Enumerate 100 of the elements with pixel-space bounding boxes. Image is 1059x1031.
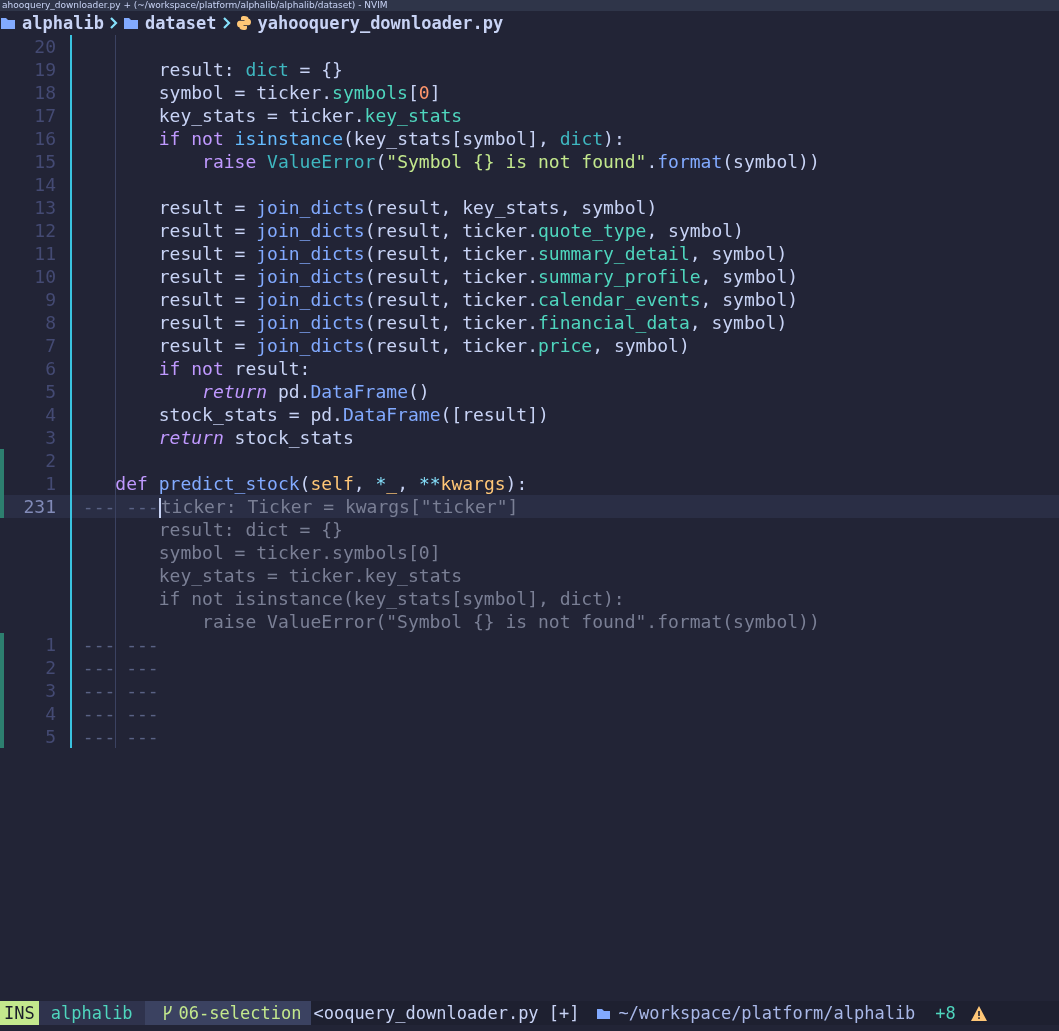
breadcrumb-item[interactable]: dataset [144,13,217,33]
code-token: format [657,151,723,172]
line-number: 4 [45,404,56,425]
line-number: 5 [45,381,56,402]
line-number: 18 [34,82,56,103]
project-name: alphalib [38,1001,145,1025]
line-number: 2 [45,657,56,678]
filler-text: --- --- [82,703,159,724]
code-token: key_stats = ticker. [158,105,365,126]
code-token: ( [375,151,387,172]
code-token: = {} [299,59,343,80]
code-token: price [538,335,593,356]
code-token: result: [158,59,236,80]
warning-icon [969,1004,988,1022]
line-number: 17 [34,105,56,126]
code-token: dict [559,128,604,149]
code-token: (result, ticker. [364,335,538,356]
diff-added-count: +8 [935,1003,957,1023]
code-token: ( [299,473,311,494]
breadcrumb-item[interactable]: yahooquery_downloader.py [257,13,504,33]
line-number: 14 [34,174,56,195]
line-number: 16 [34,128,56,149]
code-token: def [115,473,148,494]
code-token: financial_data [538,312,690,333]
suggestion-text: symbol = ticker.symbols[0] [158,542,441,563]
python-icon [235,15,252,31]
code-token: stock_stats = pd. [158,404,343,425]
code-token: , symbol) [592,335,690,356]
code-token: ] [429,82,441,103]
line-number: 3 [45,680,56,701]
code-token: summary_detail [538,243,690,264]
code-token: 0 [418,82,430,103]
line-number: 19 [34,59,56,80]
line-number: 4 [45,703,56,724]
line-number: 231 [23,496,56,517]
line-number: 15 [34,151,56,172]
code-token: , symbol) [700,289,799,310]
code-token: key_stats [364,105,463,126]
code-token: summary_profile [538,266,701,287]
code-token: predict_stock [158,473,300,494]
code-token: , [353,473,366,494]
code-token: join_dicts [256,289,365,310]
code-token: DataFrame [342,404,441,425]
code-token: symbols [332,82,408,103]
code-token: result: [234,358,311,379]
line-number: 1 [45,473,56,494]
code-token: , symbol) [700,266,799,287]
code-token: result = [158,312,247,333]
chevron-icon [108,15,118,31]
filler-text: --- --- [82,657,159,678]
code-token: quote_type [538,220,647,241]
line-number: 10 [34,266,56,287]
code-token: ValueError [267,151,376,172]
code-token: dict [245,59,289,80]
code-token: () [408,381,430,402]
code-token: (result, ticker. [364,289,538,310]
code-token: result = [158,197,247,218]
code-token: , [397,473,410,494]
code-token: result = [158,220,247,241]
line-number: 6 [45,358,56,379]
code-token: result = [158,243,247,264]
code-token: join_dicts [256,243,365,264]
code-token: stock_stats [234,427,354,448]
filler-text: --- --- [82,726,159,747]
suggestion-text: result: dict = {} [158,519,343,540]
code-token: self [310,473,354,494]
code-token: ): [505,473,528,494]
code-token: raise [202,151,257,172]
code-token: return [202,381,268,402]
code-token: if [158,358,181,379]
line-number: 12 [34,220,56,241]
folder-icon [0,15,16,31]
code-token: , symbol) [689,312,788,333]
code-token: result = [158,266,247,287]
code-token: result = [158,289,247,310]
line-number: 9 [45,289,56,310]
mode-indicator: INS [0,1001,39,1025]
code-token: _ [386,473,398,494]
code-token: result = [158,335,247,356]
code-token: calendar_events [538,289,701,310]
code-token: , symbol) [646,220,744,241]
code-token: (symbol)) [722,151,820,172]
code-token: (result, key_stats, symbol) [364,197,658,218]
code-token: join_dicts [256,266,365,287]
breadcrumb-item[interactable]: alphalib [22,13,104,33]
file-name: <ooquery_downloader.py [+] [312,1003,581,1023]
code-token: symbol = ticker. [158,82,333,103]
code-token: "Symbol {} is not found" [386,151,647,172]
suggestion-text: ticker: Ticker = kwargs["ticker"] [160,496,519,517]
folder-icon [122,15,139,31]
code-token: (result, ticker. [364,312,538,333]
line-number: 20 [34,36,56,57]
suggestion-text: if not isinstance(key_stats[symbol], dict): [158,588,625,609]
filler-text: --- --- [82,496,159,517]
code-token: DataFrame [310,381,408,402]
code-token: * [375,473,387,494]
code-token: return [158,427,224,448]
code-token: join_dicts [256,220,365,241]
line-number: 5 [45,726,56,747]
line-number: 7 [45,335,56,356]
